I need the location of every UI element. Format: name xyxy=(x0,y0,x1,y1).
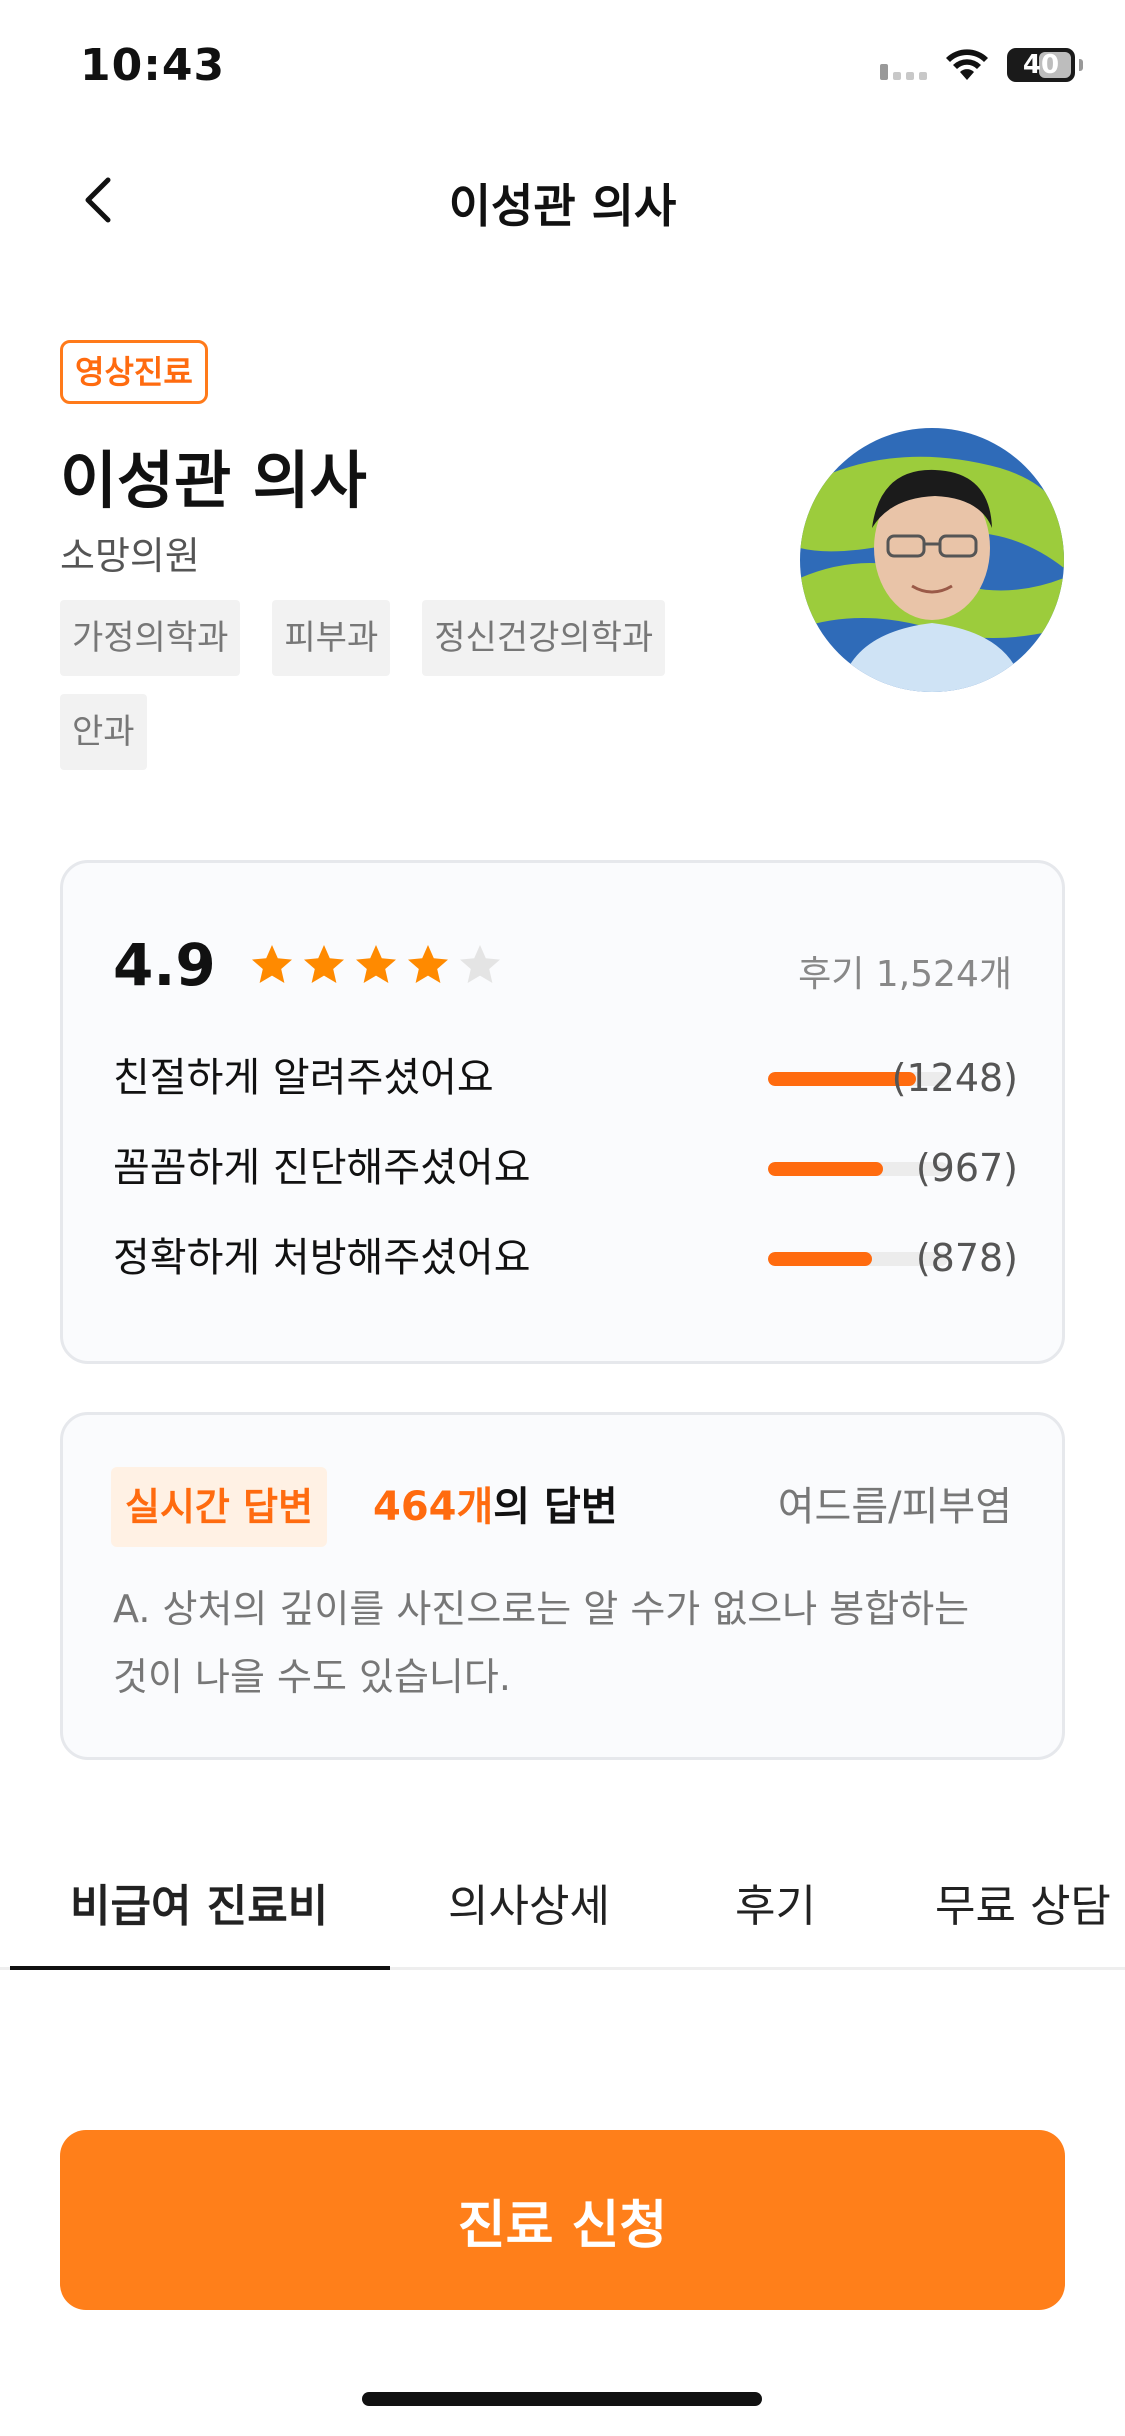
doctor-profile-screen: 10:43 40 이성관 의사 영상진료 이성관 의사 소망의원 가정의학과 피… xyxy=(0,0,1125,2436)
live-answer-card[interactable]: 실시간 답변 464개의 답변 여드름/피부염 A. 상처의 깊이를 사진으로는… xyxy=(60,1412,1065,1760)
video-consult-badge: 영상진료 xyxy=(60,340,208,404)
rating-row-count: (878) xyxy=(915,1236,1018,1280)
specialty-tags: 가정의학과 피부과 정신건강의학과 안과 xyxy=(60,600,760,770)
rating-row: 친절하게 알려주셨어요 (1248) xyxy=(113,1048,1018,1108)
rating-row-label: 꼼꼼하게 진단해주셨어요 xyxy=(113,1145,531,1191)
rating-row: 정확하게 처방해주셨어요 (878) xyxy=(113,1228,1018,1288)
star-filled-icon xyxy=(356,945,396,983)
page-title: 이성관 의사 xyxy=(448,179,677,233)
nav-bar: 이성관 의사 xyxy=(0,140,1125,260)
answer-preview-text: A. 상처의 깊이를 사진으로는 알 수가 없으나 봉합하는 것이 나을 수도 … xyxy=(113,1587,970,1699)
tab-bar: 비급여 진료비 의사상세 후기 무료 상담 xyxy=(0,1840,1125,1970)
status-icons: 40 xyxy=(880,48,1083,82)
wifi-icon xyxy=(946,49,988,80)
rating-score: 4.9 xyxy=(113,931,216,999)
star-empty-icon xyxy=(460,945,500,983)
answer-count-number: 464개 xyxy=(373,1484,494,1530)
specialty-tag: 가정의학과 xyxy=(60,600,241,676)
tab-doctor-detail[interactable]: 의사상세 xyxy=(448,1870,610,1934)
clinic-name: 소망의원 xyxy=(60,534,200,578)
tab-free-consult[interactable]: 무료 상담 xyxy=(935,1870,1111,1934)
answer-category: 여드름/피부염 xyxy=(777,1484,1012,1530)
tab-non-covered-fees[interactable]: 비급여 진료비 xyxy=(70,1870,328,1934)
review-count: 후기 1,524개 xyxy=(798,954,1012,995)
star-filled-icon xyxy=(252,945,292,983)
battery-level: 40 xyxy=(1022,50,1060,80)
battery-icon: 40 xyxy=(1007,48,1083,82)
star-rating xyxy=(248,941,504,989)
cellular-signal-icon xyxy=(880,50,927,80)
tab-active-indicator xyxy=(10,1966,390,1970)
live-answer-badge: 실시간 답변 xyxy=(111,1467,328,1547)
specialty-tag: 정신건강의학과 xyxy=(422,600,666,676)
request-consultation-button[interactable]: 진료 신청 xyxy=(60,2130,1065,2310)
tab-reviews[interactable]: 후기 xyxy=(735,1870,816,1934)
rating-row-count: (1248) xyxy=(891,1056,1018,1100)
rating-row-label: 친절하게 알려주셨어요 xyxy=(113,1055,494,1101)
specialty-tag: 안과 xyxy=(60,694,147,770)
rating-row-label: 정확하게 처방해주셨어요 xyxy=(113,1235,531,1281)
doctor-avatar xyxy=(800,428,1064,692)
rating-summary-card[interactable]: 4.9 후기 1,524개 친절하게 알려주셨어요 (1248) 꼼꼼하게 진단… xyxy=(60,860,1065,1364)
star-filled-icon xyxy=(408,945,448,983)
star-filled-icon xyxy=(304,945,344,983)
specialty-tag: 피부과 xyxy=(272,600,391,676)
status-time: 10:43 xyxy=(80,40,226,91)
doctor-name: 이성관 의사 xyxy=(60,444,367,517)
rating-row-count: (967) xyxy=(915,1146,1018,1190)
rating-row: 꼼꼼하게 진단해주셨어요 (967) xyxy=(113,1138,1018,1198)
answer-count-suffix: 의 답변 xyxy=(493,1484,618,1530)
status-bar: 10:43 40 xyxy=(0,0,1125,140)
answer-count: 464개의 답변 xyxy=(373,1467,618,1547)
home-indicator[interactable] xyxy=(362,2392,762,2406)
